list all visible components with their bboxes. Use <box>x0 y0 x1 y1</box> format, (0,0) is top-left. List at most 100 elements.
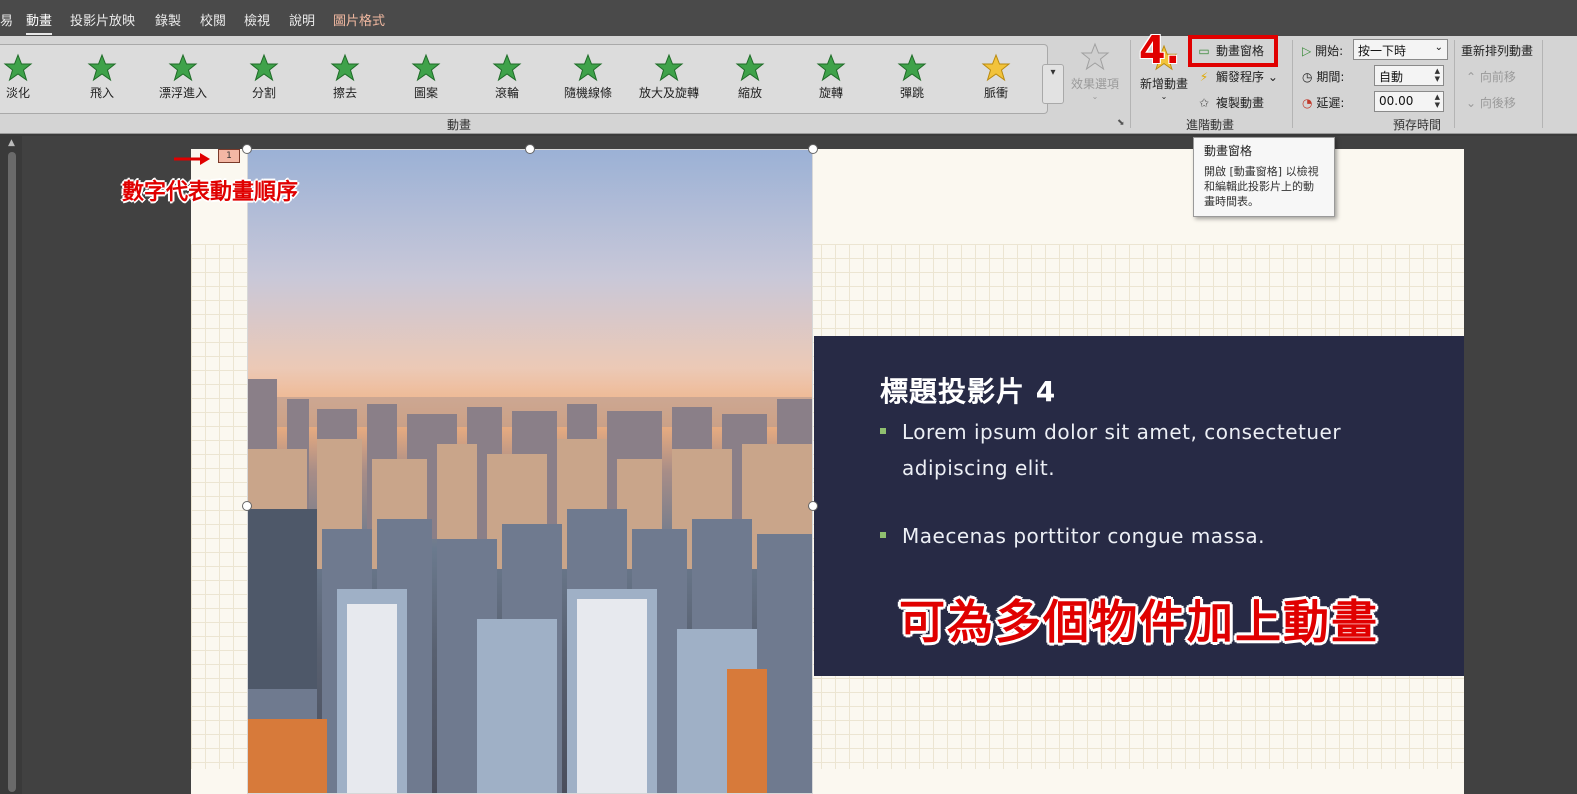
move-later-button[interactable]: ⌄ 向後移 <box>1466 94 1516 111</box>
start-label-text: 開始: <box>1315 44 1344 58</box>
star-icon <box>3 53 33 82</box>
animation-option[interactable]: 放大及旋轉 <box>627 53 711 109</box>
ribbon: 淡化 飛入 漂浮進入 分割 擦去 圖案 滾輪 隨機線條 放大及旋轉 縮放 旋轉 彈跳 脈衝 ▾ 動畫 ⬊… <box>0 36 1577 134</box>
scrollbar-thumb[interactable] <box>8 152 16 792</box>
play-icon: ▷ <box>1302 44 1312 58</box>
resize-handle[interactable] <box>808 501 818 511</box>
start-label: ▷ 開始: <box>1302 42 1343 59</box>
menu-tab-view[interactable]: 檢視 <box>244 10 270 29</box>
highlight-box <box>1188 35 1278 67</box>
animation-option-label: 脈衝 <box>983 86 1008 100</box>
trigger-button[interactable]: ⚡ 觸發程序 ⌄ <box>1196 68 1278 85</box>
menu-tab-review[interactable]: 校閱 <box>200 10 226 29</box>
animation-option[interactable]: 旋轉 <box>789 53 873 109</box>
star-icon <box>654 53 684 82</box>
effect-options-button[interactable]: 效果選項 ⌄ <box>1066 42 1124 101</box>
animation-option-label: 漂浮進入 <box>158 86 207 100</box>
vertical-scrollbar[interactable]: ▲ <box>4 136 20 794</box>
annotation-caption: 可為多個物件加上動畫 <box>899 595 1379 649</box>
menu-tab-animations[interactable]: 動畫 <box>26 10 53 35</box>
group-label-advanced: 進階動畫 <box>1186 118 1235 132</box>
chevron-up-icon: ⌃ <box>1466 70 1477 84</box>
resize-handle[interactable] <box>525 144 535 154</box>
animation-option-label: 淡化 <box>5 86 30 100</box>
animation-option-label: 滾輪 <box>494 86 519 100</box>
resize-handle[interactable] <box>242 144 252 154</box>
resize-handle[interactable] <box>808 144 818 154</box>
animation-option[interactable]: 隨機線條 <box>546 53 630 109</box>
animation-option[interactable]: 滾輪 <box>465 53 549 109</box>
start-select[interactable]: 按一下時 ⌄ <box>1353 39 1448 60</box>
menu-tab-record[interactable]: 錄製 <box>155 10 181 29</box>
animation-option[interactable]: 彈跳 <box>870 53 954 109</box>
animation-option-label: 飛入 <box>89 86 114 100</box>
animation-option-label: 放大及旋轉 <box>638 86 699 100</box>
scroll-up-icon[interactable]: ▲ <box>8 138 15 148</box>
animation-option[interactable]: 淡化 <box>0 53 60 109</box>
group-label-timing: 預存時間 <box>1393 118 1442 132</box>
menu-tab-picture-format[interactable]: 圖片格式 <box>333 10 385 29</box>
animation-pane-tooltip: 動畫窗格 開啟 [動畫窗格] 以檢視和編輯此投影片上的動畫時間表。 <box>1193 137 1335 217</box>
clock-icon: ◷ <box>1302 70 1313 84</box>
spinner-arrows-icon[interactable]: ▲ ▼ <box>1435 67 1440 83</box>
resize-handle[interactable] <box>242 501 252 511</box>
animation-option[interactable]: 漂浮進入 <box>141 53 225 109</box>
gallery-more-button[interactable]: ▾ <box>1042 64 1064 104</box>
animation-painter-button[interactable]: ✩ 複製動畫 <box>1196 94 1264 111</box>
menu-tab-transitions[interactable]: 易 <box>0 10 13 29</box>
animation-option[interactable]: 分割 <box>222 53 306 109</box>
star-icon <box>249 53 279 82</box>
effect-options-icon <box>1080 42 1110 71</box>
animation-option[interactable]: 縮放 <box>708 53 792 109</box>
chevron-down-icon: ⌄ <box>1466 96 1477 110</box>
menu-tab-help[interactable]: 說明 <box>289 10 315 29</box>
duration-label: ◷ 期間: <box>1302 68 1344 85</box>
star-icon <box>168 53 198 82</box>
menu-tab-slideshow[interactable]: 投影片放映 <box>70 10 135 29</box>
bullet-text: Maecenas porttitor congue massa. <box>902 524 1266 548</box>
animation-option-label: 隨機線條 <box>563 86 612 100</box>
star-icon <box>492 53 522 82</box>
bullet-item[interactable]: Maecenas porttitor congue massa. <box>880 518 1420 554</box>
delay-value: 00.00 <box>1379 94 1414 108</box>
lightning-icon: ⚡ <box>1199 70 1209 84</box>
animation-option-label: 分割 <box>251 86 276 100</box>
order-note: 數字代表動畫順序 <box>122 180 299 205</box>
add-animation-label: 新增動畫 <box>1139 77 1188 91</box>
animation-order-tag[interactable]: 1 <box>218 149 240 163</box>
chevron-down-icon: ⌄ <box>1434 42 1443 53</box>
start-value: 按一下時 <box>1358 44 1407 58</box>
animation-option-label: 彈跳 <box>899 86 924 100</box>
delay-label-text: 延遲: <box>1316 96 1345 110</box>
move-later-label: 向後移 <box>1479 96 1516 110</box>
animation-option[interactable]: 脈衝 <box>954 53 1038 109</box>
animation-option[interactable]: 飛入 <box>60 53 144 109</box>
slide-title[interactable]: 標題投影片 4 <box>880 370 1056 410</box>
star-icon <box>816 53 846 82</box>
star-icon <box>330 53 360 82</box>
star-icon <box>735 53 765 82</box>
star-brush-icon: ✩ <box>1198 96 1210 110</box>
animation-option-label: 圖案 <box>413 86 438 100</box>
delay-spinner[interactable]: 00.00 ▲ ▼ <box>1374 91 1444 112</box>
star-icon <box>897 53 927 82</box>
move-earlier-button[interactable]: ⌃ 向前移 <box>1466 68 1516 85</box>
step-marker: 4. <box>1139 28 1180 72</box>
group-label-animation: 動畫 <box>447 118 472 132</box>
delay-clock-icon: ◔ <box>1302 96 1313 110</box>
duration-spinner[interactable]: 自動 ▲ ▼ <box>1374 65 1444 86</box>
tooltip-body: 開啟 [動畫窗格] 以檢視和編輯此投影片上的動畫時間表。 <box>1204 165 1319 208</box>
selection-border <box>247 149 813 794</box>
move-earlier-label: 向前移 <box>1479 70 1516 84</box>
animation-option[interactable]: 圖案 <box>384 53 468 109</box>
bullet-item[interactable]: Lorem ipsum dolor sit amet, consectetuer… <box>880 414 1420 486</box>
red-arrow-icon <box>174 153 210 165</box>
effect-options-label: 效果選項 <box>1070 77 1119 91</box>
spinner-arrows-icon[interactable]: ▲ ▼ <box>1435 93 1440 109</box>
bullet-text: Lorem ipsum dolor sit amet, consectetuer… <box>902 420 1342 480</box>
animation-option-label: 旋轉 <box>818 86 843 100</box>
text-panel[interactable]: 標題投影片 4 Lorem ipsum dolor sit amet, cons… <box>814 336 1464 676</box>
animation-option[interactable]: 擦去 <box>303 53 387 109</box>
dialog-launcher-icon[interactable]: ⬊ <box>1117 118 1125 128</box>
animation-option-label: 縮放 <box>737 86 762 100</box>
